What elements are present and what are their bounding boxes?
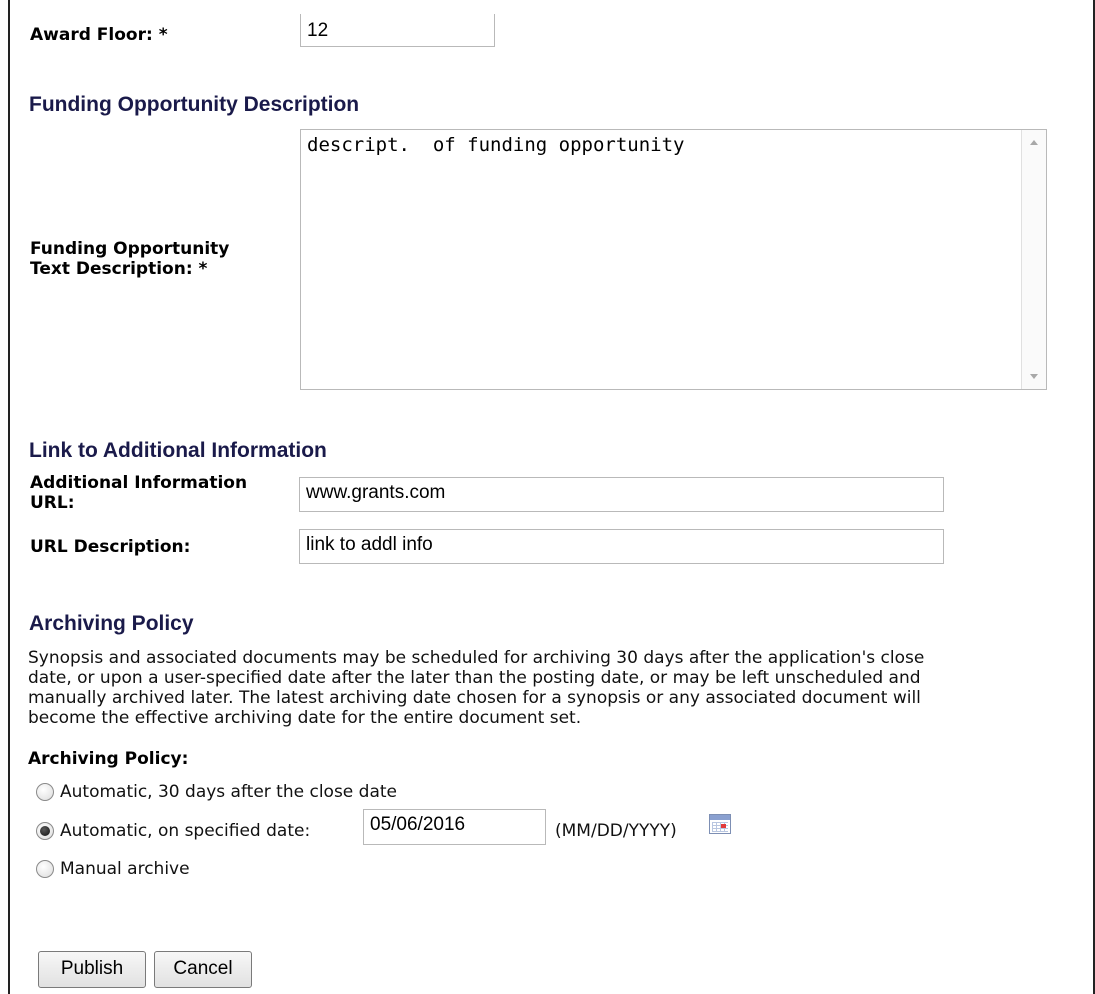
radio-manual-archive-label[interactable]: Manual archive <box>60 859 190 879</box>
archiving-description: Synopsis and associated documents may be… <box>28 648 1088 728</box>
archiving-paragraph-line: manually archived later. The latest arch… <box>28 688 921 708</box>
archiving-policy-label: Archiving Policy: <box>28 749 189 769</box>
scroll-up-icon[interactable] <box>1030 140 1038 145</box>
archiving-paragraph-line: date, or upon a user-specified date afte… <box>28 668 921 688</box>
date-format-hint: (MM/DD/YYYY) <box>555 821 677 841</box>
archive-date-input[interactable]: 05/06/2016 <box>363 809 546 845</box>
funding-description-textarea[interactable]: descript. of funding opportunity <box>300 129 1047 390</box>
cancel-button[interactable]: Cancel <box>154 951 252 988</box>
radio-automatic-specified-date[interactable] <box>36 822 54 840</box>
scroll-down-icon[interactable] <box>1030 374 1038 379</box>
radio-automatic-30-days-label[interactable]: Automatic, 30 days after the close date <box>60 782 397 802</box>
funding-description-text: descript. of funding opportunity <box>307 134 685 156</box>
additional-info-heading: Link to Additional Information <box>29 439 327 462</box>
funding-description-heading: Funding Opportunity Description <box>29 93 360 116</box>
award-floor-input[interactable]: 12 <box>300 14 495 47</box>
calendar-icon[interactable] <box>709 814 731 834</box>
additional-url-input[interactable]: www.grants.com <box>299 477 944 512</box>
publish-button[interactable]: Publish <box>38 951 146 988</box>
archiving-paragraph-line: become the effective archiving date for … <box>28 708 582 728</box>
radio-manual-archive[interactable] <box>36 860 54 878</box>
radio-automatic-30-days[interactable] <box>36 783 54 801</box>
textarea-scrollbar[interactable] <box>1021 130 1046 389</box>
additional-url-label-line2: URL: <box>30 493 75 513</box>
url-description-label: URL Description: <box>30 537 191 557</box>
funding-text-label-line1: Funding Opportunity <box>30 239 230 259</box>
additional-url-label-line1: Additional Information <box>30 473 248 493</box>
funding-text-label-line2: Text Description: * <box>30 259 208 279</box>
url-description-input[interactable]: link to addl info <box>299 529 944 564</box>
archiving-paragraph-line: Synopsis and associated documents may be… <box>28 648 925 668</box>
award-floor-label: Award Floor: * <box>30 25 168 45</box>
archiving-heading: Archiving Policy <box>29 612 194 635</box>
radio-automatic-specified-date-label[interactable]: Automatic, on specified date: <box>60 821 310 841</box>
